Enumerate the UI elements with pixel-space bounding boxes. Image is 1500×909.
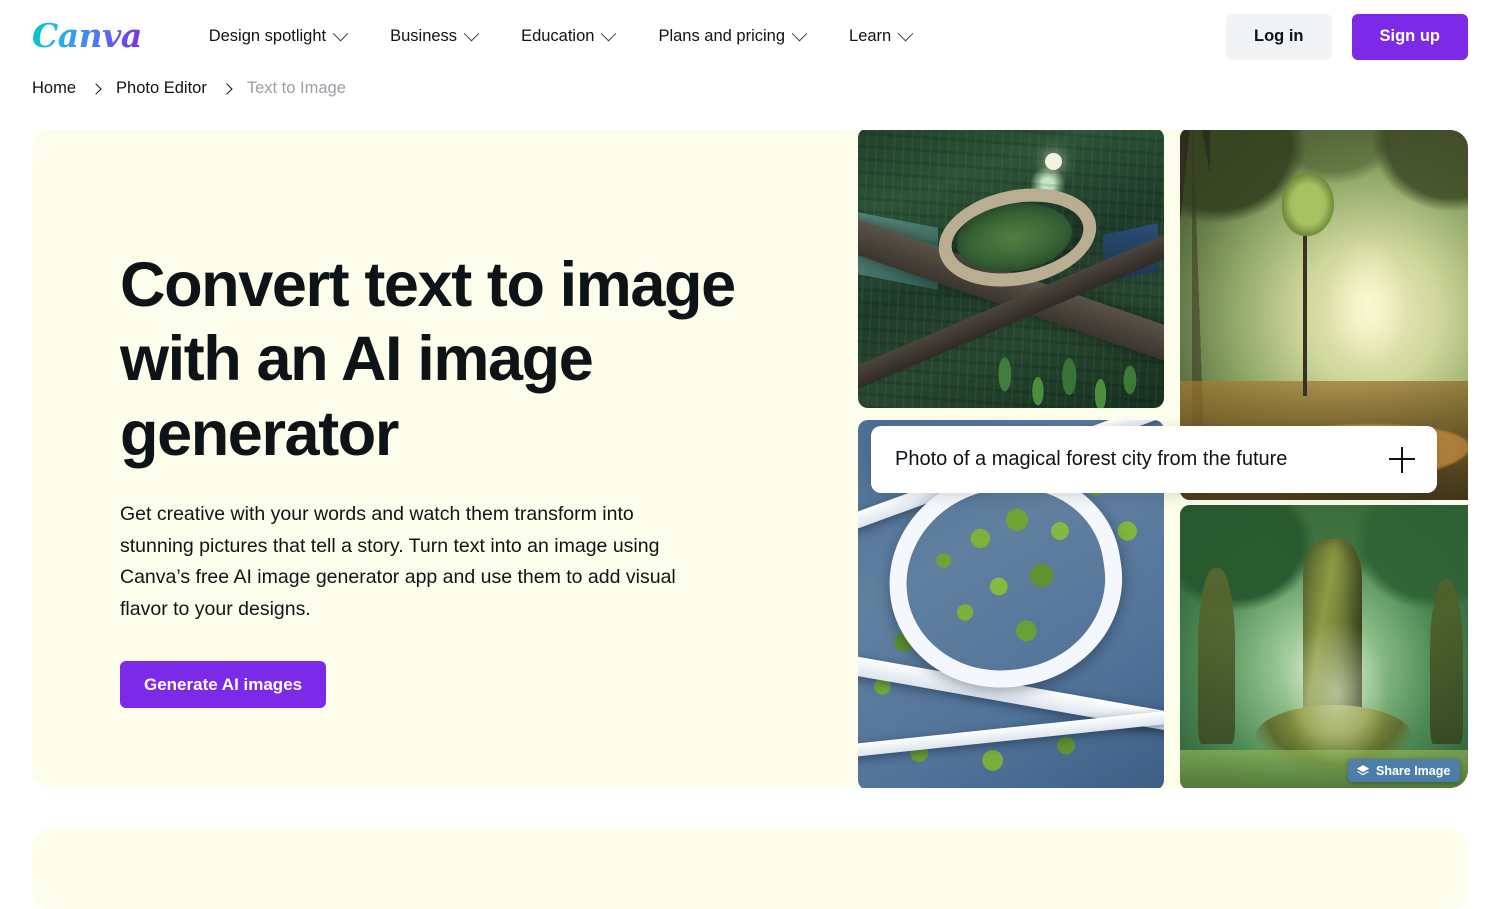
prompt-input-value[interactable]: Photo of a magical forest city from the … bbox=[895, 448, 1389, 471]
layers-icon bbox=[1356, 764, 1370, 775]
chevron-down-icon bbox=[601, 25, 617, 42]
header-actions: Log in Sign up bbox=[1226, 13, 1468, 60]
tree-secondary-trunk bbox=[1429, 579, 1464, 745]
hero-content: Convert text to image with an AI image g… bbox=[120, 248, 760, 709]
signup-button[interactable]: Sign up bbox=[1351, 13, 1468, 60]
nav-item-education[interactable]: Education bbox=[499, 19, 636, 54]
breadcrumb-item-photo-editor[interactable]: Photo Editor bbox=[116, 79, 207, 98]
nav-item-plans-and-pricing[interactable]: Plans and pricing bbox=[636, 19, 827, 54]
city-trees bbox=[968, 296, 1152, 408]
hero-subtitle: Get creative with your words and watch t… bbox=[120, 502, 676, 620]
forest-sunbeam-glow bbox=[1327, 239, 1408, 367]
nav-item-learn[interactable]: Learn bbox=[827, 19, 933, 54]
next-section-peek bbox=[32, 829, 1468, 909]
forest-mist-glow bbox=[1284, 619, 1390, 768]
nav-item-label: Design spotlight bbox=[208, 27, 327, 45]
login-button[interactable]: Log in bbox=[1226, 13, 1332, 60]
share-image-button[interactable]: Share Image bbox=[1348, 759, 1461, 782]
page-title: Convert text to image with an AI image g… bbox=[120, 250, 736, 469]
generated-image-art bbox=[858, 130, 1164, 408]
main-navigation: Design spotlight Business Education Plan… bbox=[187, 19, 934, 54]
tree-secondary-trunk bbox=[1198, 567, 1236, 745]
plus-icon[interactable] bbox=[1389, 446, 1415, 473]
canva-logo[interactable]: Canva bbox=[32, 19, 142, 55]
chevron-down-icon bbox=[897, 25, 914, 42]
nav-item-business[interactable]: Business bbox=[368, 19, 499, 54]
breadcrumb-item-home[interactable]: Home bbox=[32, 79, 76, 98]
nav-item-label: Plans and pricing bbox=[658, 27, 786, 45]
chevron-down-icon bbox=[791, 25, 808, 42]
nav-item-label: Business bbox=[390, 27, 458, 45]
chevron-right-icon bbox=[90, 82, 102, 95]
forest-sapling-foliage bbox=[1281, 172, 1334, 236]
gallery-image-1[interactable] bbox=[858, 130, 1164, 408]
gallery-image-4[interactable] bbox=[1180, 505, 1468, 788]
nav-item-label: Learn bbox=[849, 27, 892, 45]
nav-item-label: Education bbox=[521, 27, 595, 45]
breadcrumb: Home Photo Editor Text to Image bbox=[32, 79, 346, 98]
chevron-down-icon bbox=[332, 25, 349, 42]
chevron-down-icon bbox=[463, 25, 480, 42]
nav-item-design-spotlight[interactable]: Design spotlight bbox=[187, 19, 368, 54]
share-image-label: Share Image bbox=[1376, 763, 1451, 778]
generated-image-art bbox=[1180, 505, 1468, 788]
prompt-input-bar[interactable]: Photo of a magical forest city from the … bbox=[871, 426, 1437, 493]
breadcrumb-item-text-to-image: Text to Image bbox=[246, 79, 346, 97]
chevron-right-icon bbox=[221, 82, 233, 95]
generate-ai-images-button[interactable]: Generate AI images bbox=[120, 661, 327, 709]
city-moon bbox=[1044, 153, 1062, 171]
site-header: Canva Design spotlight Business Educatio… bbox=[0, 0, 1500, 73]
